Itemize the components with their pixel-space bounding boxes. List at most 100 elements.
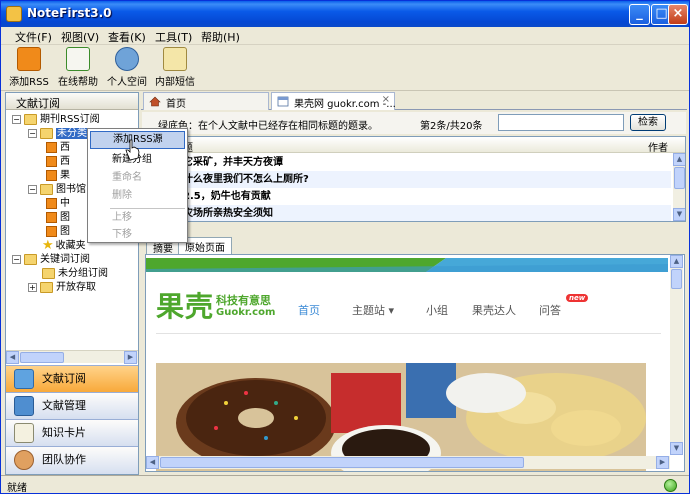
- scroll-thumb[interactable]: [160, 457, 524, 468]
- menu-file[interactable]: 文件(F): [15, 29, 52, 45]
- window-title: NoteFirst3.0: [27, 6, 112, 20]
- toolbar: 添加RSS 在线帮助 个人空间 内部短信: [1, 45, 689, 91]
- detail-tabs: 摘要 原始页面: [142, 237, 686, 255]
- user-icon: [115, 47, 139, 71]
- rss-feed-icon: [46, 197, 57, 209]
- home-icon: [149, 96, 161, 107]
- menu-tools[interactable]: 工具(T): [155, 29, 192, 45]
- nav-literature-subscription[interactable]: 文献订阅: [6, 365, 138, 392]
- tree-node-uncategorized[interactable]: − 未分类: [28, 126, 88, 141]
- status-text: 就绪: [7, 483, 27, 494]
- rss-feed-icon: [46, 169, 57, 181]
- header-stripe: [146, 258, 668, 272]
- scroll-left-icon[interactable]: ◀: [146, 456, 159, 469]
- star-icon: ★: [42, 238, 54, 253]
- tree-horizontal-scrollbar[interactable]: ◀ ▶: [6, 350, 138, 364]
- card-icon: [14, 423, 34, 443]
- guokr-logo[interactable]: 果壳: [156, 285, 214, 325]
- collapse-icon[interactable]: −: [28, 128, 37, 138]
- scroll-left-icon[interactable]: ◀: [6, 351, 19, 364]
- collapse-icon[interactable]: −: [28, 184, 37, 194]
- tab-bar: 首页 果壳网 guokr.com -... ×: [141, 92, 687, 110]
- web-nav-qa[interactable]: 问答: [539, 302, 561, 318]
- tab-close-icon[interactable]: ×: [382, 94, 390, 105]
- filter-note: 绿底色：在个人文献中已经存在相同标题的题录。: [158, 121, 378, 132]
- nav-literature-management[interactable]: 文献管理: [6, 392, 138, 419]
- list-item[interactable]: 什么夜里我们不怎么上厕所?: [143, 171, 671, 188]
- tree-node-rss-2[interactable]: 西: [46, 154, 70, 169]
- app-icon: [6, 6, 22, 22]
- web-nav-home[interactable]: 首页: [298, 302, 320, 318]
- tree-node-lib-2[interactable]: 图: [46, 210, 70, 225]
- web-nav-group[interactable]: 小组: [426, 302, 448, 318]
- scroll-right-icon[interactable]: ▶: [124, 351, 137, 364]
- folder-icon: [24, 113, 37, 125]
- tree-node-keyword-sub[interactable]: − 关键词订阅: [12, 252, 90, 267]
- ctx-rename: 重命名: [112, 172, 142, 183]
- rss-feed-icon: [46, 225, 57, 237]
- title-bar[interactable]: NoteFirst3.0 _ □ ×: [1, 1, 689, 27]
- menu-view[interactable]: 视图(V): [61, 29, 99, 45]
- hand-cursor-icon: [125, 139, 140, 161]
- scroll-down-icon[interactable]: ▼: [670, 442, 683, 455]
- nav-knowledge-cards[interactable]: 知识卡片: [6, 419, 138, 446]
- tree-node-lib-1[interactable]: 中: [46, 196, 70, 211]
- list-item[interactable]: 灾场所亲热安全须知: [143, 205, 671, 221]
- expand-icon[interactable]: +: [28, 282, 37, 292]
- web-nav-experts[interactable]: 果壳达人: [472, 302, 516, 318]
- internal-message-button[interactable]: 内部短信: [153, 47, 197, 88]
- collapse-icon[interactable]: −: [12, 254, 21, 264]
- tab-home[interactable]: 首页: [143, 92, 269, 110]
- folder-icon: [40, 127, 53, 139]
- search-button[interactable]: 检索: [630, 114, 666, 131]
- new-badge: new: [566, 294, 589, 302]
- list-item[interactable]: 2.5，奶牛也有贡献: [143, 188, 671, 205]
- search-input[interactable]: [498, 114, 624, 131]
- menu-bar: 文件(F) 视图(V) 查看(K) 工具(T) 帮助(H): [1, 27, 689, 45]
- list-vertical-scrollbar[interactable]: ▲ ▼: [673, 153, 685, 221]
- scroll-up-icon[interactable]: ▲: [673, 153, 685, 166]
- column-author[interactable]: 作者: [648, 139, 668, 154]
- list-header: 题 作者: [143, 137, 685, 154]
- scroll-thumb[interactable]: [20, 352, 64, 363]
- scroll-thumb[interactable]: [674, 167, 685, 189]
- guokr-domain: Guokr.com: [216, 307, 276, 318]
- online-help-button[interactable]: 在线帮助: [56, 47, 100, 88]
- tree-node-lib-3[interactable]: 图: [46, 224, 70, 239]
- ctx-move-up: 上移: [112, 212, 132, 223]
- web-vertical-scrollbar[interactable]: ▲ ▼: [670, 255, 683, 455]
- add-rss-button[interactable]: 添加RSS: [9, 47, 49, 88]
- web-nav-topic[interactable]: 主题站 ▾: [352, 302, 394, 318]
- scroll-thumb[interactable]: [671, 269, 682, 289]
- minimize-button[interactable]: _: [629, 4, 650, 25]
- team-icon: [14, 450, 34, 470]
- filter-bar: 绿底色：在个人文献中已经存在相同标题的题录。 第2条/共20条 检索: [142, 112, 686, 134]
- scroll-right-icon[interactable]: ▶: [656, 456, 669, 469]
- right-panel: 首页 果壳网 guokr.com -... × 绿底色：在个人文献中已经存在相同…: [141, 92, 687, 475]
- books-icon: [14, 396, 34, 416]
- tab-guokr[interactable]: 果壳网 guokr.com -... ×: [271, 92, 396, 110]
- collapse-icon[interactable]: −: [12, 114, 21, 124]
- folder-icon: [24, 253, 37, 265]
- tree-node-open-access[interactable]: + 开放存取: [28, 280, 96, 295]
- connection-status-icon: [664, 479, 677, 492]
- nav-team-collaboration[interactable]: 团队协作: [6, 446, 138, 474]
- tree-node-library[interactable]: − 图书馆: [28, 182, 86, 197]
- menu-help[interactable]: 帮助(H): [201, 29, 240, 45]
- scroll-down-icon[interactable]: ▼: [673, 208, 685, 221]
- personal-space-button[interactable]: 个人空间: [105, 47, 149, 88]
- tree-node-rss-3[interactable]: 果: [46, 168, 70, 183]
- menu-look[interactable]: 查看(K): [108, 29, 146, 45]
- folder-icon: [40, 183, 53, 195]
- tree-node-rss-1[interactable]: 西: [46, 140, 70, 155]
- checklist-icon: [66, 47, 90, 71]
- web-horizontal-scrollbar[interactable]: ◀ ▶: [146, 456, 670, 469]
- tree-node-journal-rss[interactable]: − 期刊RSS订阅: [12, 112, 100, 127]
- status-bar: 就绪: [1, 475, 689, 494]
- web-view: 果壳 科技有意思 Guokr.com 首页 主题站 ▾ 小组 果壳达人 问答 n…: [145, 254, 685, 472]
- tree-node-favorites[interactable]: ★ 收藏夹: [42, 238, 86, 253]
- scroll-up-icon[interactable]: ▲: [670, 255, 683, 268]
- close-button[interactable]: ×: [668, 4, 688, 25]
- list-item[interactable]: 它采矿，并丰天方夜谭: [143, 154, 671, 171]
- tree-node-kw-uncategorized[interactable]: 未分组订阅: [42, 266, 108, 281]
